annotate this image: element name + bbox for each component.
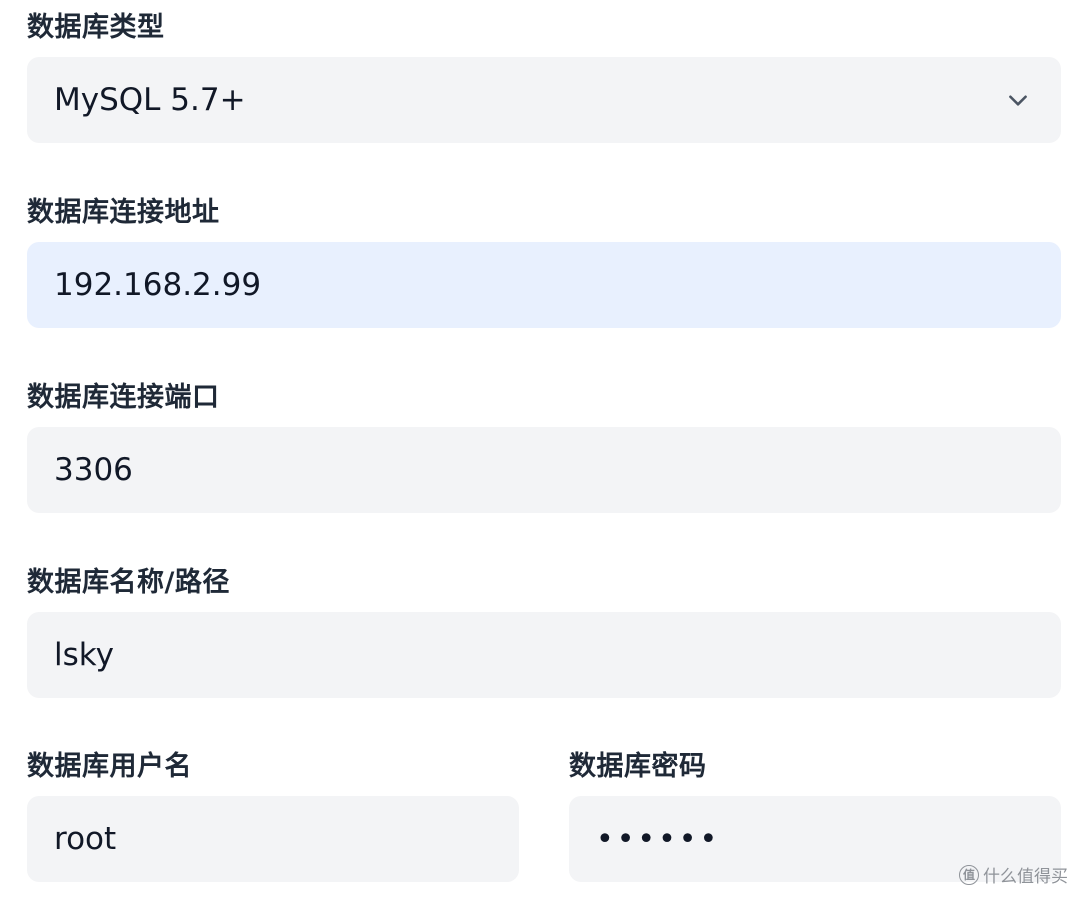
db-name-input[interactable]: lsky bbox=[27, 612, 1061, 698]
db-host-label: 数据库连接地址 bbox=[27, 197, 220, 228]
db-user-value: root bbox=[54, 821, 117, 857]
db-type-label: 数据库类型 bbox=[27, 12, 165, 43]
db-password-value: •••••• bbox=[596, 821, 721, 857]
db-port-label: 数据库连接端口 bbox=[27, 382, 220, 413]
db-host-input[interactable]: 192.168.2.99 bbox=[27, 242, 1061, 328]
chevron-down-icon bbox=[1009, 95, 1027, 106]
watermark: 值 什么值得买 bbox=[959, 862, 1068, 887]
watermark-logo-icon: 值 bbox=[959, 864, 979, 885]
db-type-select[interactable]: MySQL 5.7+ bbox=[27, 57, 1061, 143]
db-port-input[interactable]: 3306 bbox=[27, 427, 1061, 513]
db-name-value: lsky bbox=[54, 637, 114, 673]
watermark-text: 什么值得买 bbox=[983, 867, 1068, 887]
db-password-label: 数据库密码 bbox=[569, 751, 707, 782]
db-host-value: 192.168.2.99 bbox=[54, 267, 262, 303]
db-name-label: 数据库名称/路径 bbox=[27, 567, 230, 598]
db-user-label: 数据库用户名 bbox=[27, 751, 192, 782]
db-port-value: 3306 bbox=[54, 452, 133, 488]
db-type-value: MySQL 5.7+ bbox=[54, 82, 246, 118]
db-user-input[interactable]: root bbox=[27, 796, 519, 882]
